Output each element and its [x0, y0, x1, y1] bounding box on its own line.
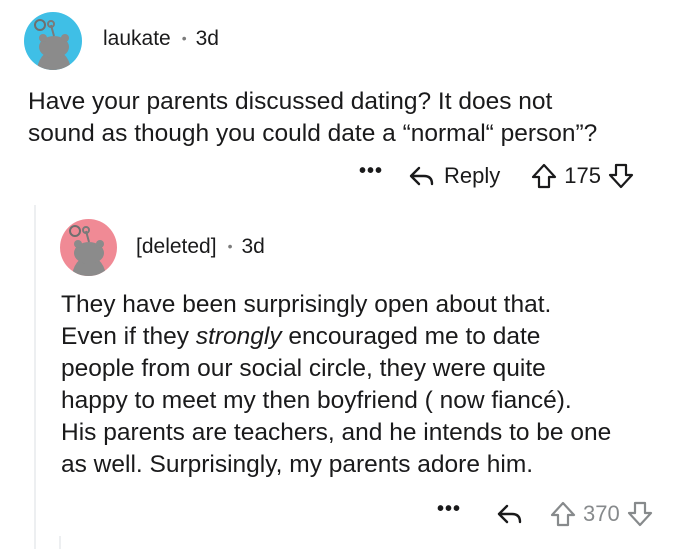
comment-age[interactable]: 3d: [196, 27, 219, 51]
comment-meta: laukate • 3d: [103, 27, 219, 51]
vote-controls: 175: [530, 162, 635, 190]
vote-controls: 370: [549, 500, 654, 528]
reply-body: They have been surprisingly open about t…: [61, 289, 611, 481]
reply-body-line: Even if they strongly encouraged me to d…: [61, 323, 541, 350]
upvote-icon[interactable]: [530, 162, 558, 190]
reply-label: Reply: [444, 163, 501, 188]
more-options-button[interactable]: •••: [359, 161, 383, 181]
reply-body-line: as well. Surprisingly, my parents adore …: [61, 451, 534, 478]
reply-arrow-icon: [409, 166, 434, 186]
snoo-avatar-icon: [60, 219, 117, 276]
downvote-icon[interactable]: [607, 162, 635, 190]
vote-score: 370: [583, 501, 620, 526]
vote-score: 175: [564, 163, 601, 188]
username[interactable]: laukate: [103, 27, 171, 51]
nested-thread-line[interactable]: [59, 536, 61, 549]
meta-separator: •: [227, 238, 233, 254]
more-options-button[interactable]: •••: [437, 499, 461, 519]
reply-actions: ••• 370: [437, 499, 654, 528]
reply-body-line: His parents are teachers, and he intends…: [61, 419, 612, 446]
comment-body: Have your parents discussed dating? It d…: [28, 86, 597, 150]
comment-actions: ••• Reply 175: [359, 161, 635, 190]
avatar[interactable]: [24, 12, 82, 70]
thread-line[interactable]: [34, 205, 36, 549]
avatar[interactable]: [60, 219, 117, 276]
emphasis-text: strongly: [195, 323, 282, 350]
reply-arrow-icon: [497, 504, 522, 524]
upvote-icon[interactable]: [549, 500, 577, 528]
comment-body-line: sound as though you could date a “normal…: [28, 120, 598, 147]
reply-meta: [deleted] • 3d: [136, 235, 265, 259]
snoo-avatar-icon: [24, 12, 82, 70]
username[interactable]: [deleted]: [136, 235, 217, 259]
meta-separator: •: [181, 30, 187, 46]
reply-button[interactable]: [495, 502, 523, 526]
reply-button[interactable]: Reply: [407, 163, 500, 189]
reply-body-line: people from our social circle, they were…: [61, 355, 546, 382]
comment-body-line: Have your parents discussed dating? It d…: [28, 88, 553, 115]
downvote-icon[interactable]: [626, 500, 654, 528]
reply-body-line: They have been surprisingly open about t…: [61, 291, 552, 318]
reply-body-line: happy to meet my then boyfriend ( now fi…: [61, 387, 572, 414]
comment-age[interactable]: 3d: [241, 235, 264, 259]
